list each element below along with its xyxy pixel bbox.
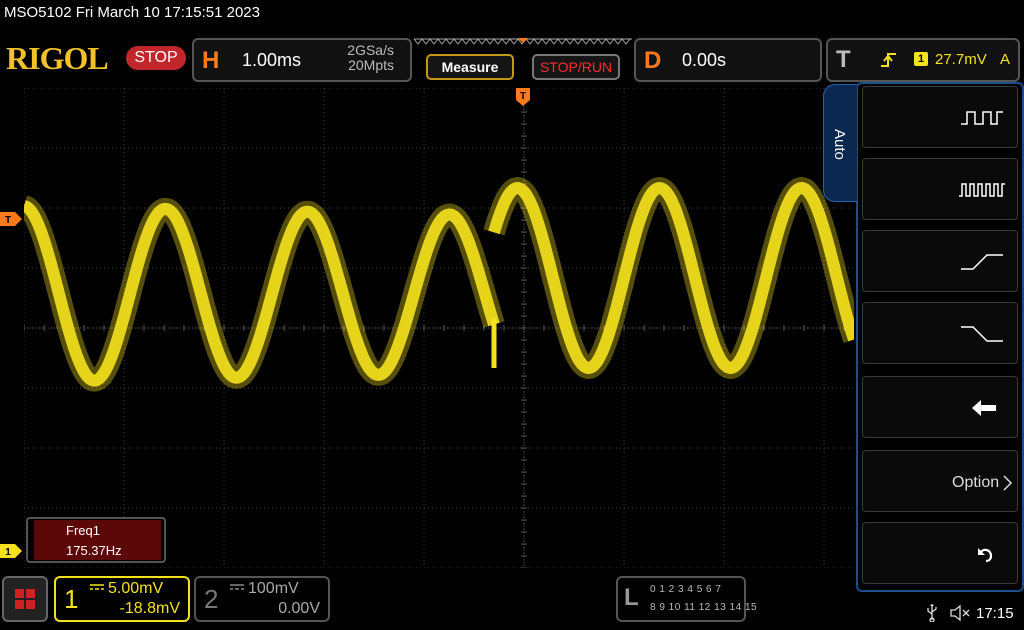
channel2-scale: 100mV: [248, 580, 299, 597]
speaker-muted-icon[interactable]: [950, 604, 972, 622]
frequency-measurement-value: 175.37Hz: [66, 543, 122, 558]
single-period-icon: [959, 183, 1005, 197]
horizontal-timebase-control[interactable]: H 1.00ms 2GSa/s 20Mpts: [192, 38, 412, 82]
chevron-right-icon: [1003, 475, 1013, 491]
channel2-offset: 0.00V: [278, 600, 320, 617]
channel2-number: 2: [204, 584, 219, 614]
ch1-offset-marker[interactable]: 1: [0, 544, 22, 558]
delay-letter: D: [644, 47, 662, 74]
single-period-button[interactable]: [862, 158, 1018, 220]
fall-time-button[interactable]: [862, 302, 1018, 364]
home-menu-button[interactable]: [2, 576, 48, 622]
memory-depth-value: 20Mpts: [348, 57, 394, 73]
logic-channels-row1: 0 1 2 3 4 5 6 7: [650, 584, 722, 595]
grid-menu-icon: [15, 589, 35, 609]
horizontal-letter: H: [202, 47, 220, 74]
trigger-control[interactable]: T 1 27.7mV A: [826, 38, 1020, 82]
device-datetime-label: MSO5102 Fri March 10 17:15:51 2023: [4, 4, 260, 21]
rising-slope-icon: [881, 53, 896, 67]
logic-letter: L: [624, 584, 639, 611]
horizontal-scale-value: 1.00ms: [242, 50, 302, 70]
trigger-position-label: T: [520, 91, 526, 102]
trigger-position-marker[interactable]: T: [516, 88, 530, 106]
auto-menu-tab[interactable]: Auto: [823, 84, 857, 202]
stop-run-button[interactable]: STOP/RUN: [532, 54, 620, 80]
waveform-memory-bar: [413, 38, 632, 45]
frequency-measurement-label: Freq1: [66, 523, 100, 538]
channel1-number: 1: [64, 584, 79, 614]
channel1-scale: 5.00mV: [108, 580, 164, 597]
delay-control[interactable]: D 0.00s: [634, 38, 822, 82]
trigger-level-marker[interactable]: T: [0, 212, 22, 226]
sample-rate-info: 2GSa/s 20Mpts: [304, 43, 394, 73]
sample-rate-value: 2GSa/s: [347, 42, 394, 58]
waveform-display[interactable]: [24, 88, 854, 568]
falling-edge-icon: [961, 326, 1003, 342]
trigger-letter: T: [836, 46, 851, 73]
undo-button[interactable]: [862, 522, 1018, 584]
logic-channels-row2: 8 9 10 11 12 13 14 15: [650, 602, 758, 613]
system-clock: 17:15: [976, 605, 1014, 622]
undo-icon: [978, 548, 993, 563]
multi-period-icon: [961, 111, 1003, 125]
usb-icon: [927, 604, 937, 622]
multi-period-button[interactable]: [862, 86, 1018, 148]
ch1-offset-label: 1: [5, 547, 11, 558]
run-state-badge[interactable]: STOP: [126, 46, 186, 70]
rigol-logo: RIGOL: [6, 40, 109, 76]
back-arrow-icon: [972, 400, 996, 416]
trigger-source-badge: 1: [914, 52, 928, 66]
dc-coupling-icon: [230, 584, 244, 590]
trigger-level-label: T: [5, 215, 11, 226]
channel1-offset: -18.8mV: [119, 600, 180, 617]
back-button[interactable]: [862, 376, 1018, 438]
option-label: Option: [952, 474, 1000, 491]
trigger-level-value: 27.7mV: [935, 51, 987, 68]
dc-coupling-icon: [90, 584, 104, 590]
measure-button[interactable]: Measure: [426, 54, 514, 80]
rising-edge-icon: [961, 254, 1003, 270]
delay-value: 0.00s: [682, 50, 727, 70]
rise-time-button[interactable]: [862, 230, 1018, 292]
auto-tab-label: Auto: [831, 129, 848, 160]
trigger-mode-value: A: [1000, 51, 1011, 68]
